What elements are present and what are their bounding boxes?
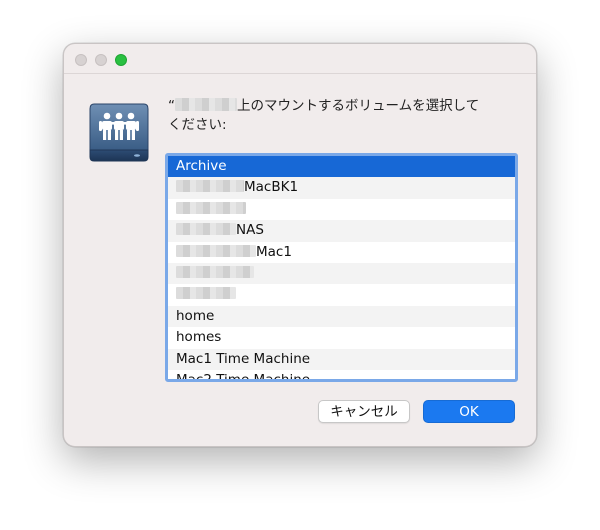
message-line-1: “ 上のマウントするボリュームを選択して (168, 97, 498, 116)
redacted-volume-name-part (176, 287, 236, 300)
message-line-1-text: 上のマウントするボリュームを選択して (237, 98, 480, 114)
volume-list-item[interactable]: homes (168, 327, 515, 348)
redacted-volume-name-part (176, 201, 246, 214)
volume-list-item-label: Mac1 (256, 243, 292, 260)
cancel-button[interactable]: キャンセル (318, 400, 410, 423)
message-line-2: ください: (168, 117, 227, 133)
volume-list-item[interactable]: MacBK1 (168, 177, 515, 199)
volume-list-item-label: NAS (236, 222, 264, 239)
network-share-drive-icon (88, 100, 150, 164)
volume-list-item-label: Mac1 Time Machine (176, 350, 311, 367)
volume-list-item-label: Mac2 Time Machine (176, 371, 311, 382)
volume-list-item[interactable] (168, 262, 515, 285)
volume-list-item[interactable]: Mac1 Time Machine (168, 348, 515, 370)
mount-volume-dialog: “ 上のマウントするボリュームを選択して ください: Archive MacBK1 N… (63, 43, 537, 447)
volume-list-item-label: home (176, 307, 215, 324)
message-open-quote: “ (168, 98, 175, 114)
close-window-button[interactable] (75, 54, 87, 66)
volume-list-item[interactable]: NAS (168, 220, 515, 242)
ok-button[interactable]: OK (423, 400, 515, 423)
volume-list-item[interactable]: home (168, 305, 515, 328)
volume-list-item-label: homes (176, 329, 222, 346)
volume-list-item-label: MacBK1 (244, 179, 299, 196)
volume-list-item[interactable] (168, 284, 515, 305)
dialog-message: “ 上のマウントするボリュームを選択して ください: (168, 97, 498, 135)
volume-list[interactable]: Archive MacBK1 NAS Mac1 home homes Mac1 Time M… (165, 153, 518, 382)
redacted-volume-name-part (176, 244, 256, 257)
title-bar (64, 44, 536, 74)
volume-list-item[interactable] (168, 199, 515, 220)
redacted-volume-name-part (176, 265, 254, 278)
redacted-volume-name-part (176, 223, 236, 236)
redacted-server-name (175, 98, 237, 111)
minimize-window-button[interactable] (95, 54, 107, 66)
volume-list-item[interactable]: Mac1 (168, 242, 515, 263)
zoom-window-button[interactable] (115, 54, 127, 66)
volume-list-item-label: Archive (176, 158, 227, 174)
redacted-volume-name-part (176, 180, 244, 193)
volume-list-item[interactable]: Archive (168, 156, 515, 178)
volume-list-item[interactable]: Mac2 Time Machine (168, 370, 515, 382)
